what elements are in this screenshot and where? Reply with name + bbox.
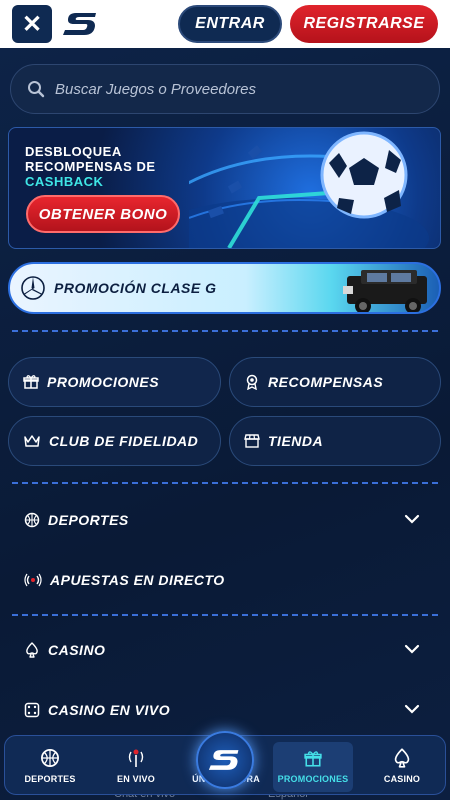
search-icon xyxy=(27,80,45,98)
crown-icon xyxy=(23,433,41,449)
section-divider xyxy=(12,330,438,332)
loyalty-club-link[interactable]: CLUB DE FIDELIDAD xyxy=(8,416,221,466)
bottom-nav-promotions-label: PROMOCIONES xyxy=(277,774,349,784)
register-button[interactable]: REGISTRARSE xyxy=(290,5,438,43)
rewards-label: RECOMPENSAS xyxy=(268,374,384,390)
nav-casino[interactable]: CASINO xyxy=(0,625,450,675)
join-now-button[interactable] xyxy=(196,731,254,789)
promotions-link[interactable]: PROMOCIONES xyxy=(8,357,221,407)
close-button[interactable]: ✕ xyxy=(12,5,52,43)
store-icon xyxy=(244,433,260,449)
get-bonus-button[interactable]: OBTENER BONO xyxy=(26,195,180,233)
logo-s-icon xyxy=(208,750,239,770)
nav-sports-label: DEPORTES xyxy=(48,512,129,528)
store-label: TIENDA xyxy=(268,433,324,449)
section-divider xyxy=(12,614,438,616)
nav-live-betting-label: APUESTAS EN DIRECTO xyxy=(50,572,225,588)
bottom-nav-promotions[interactable]: PROMOCIONES xyxy=(273,742,353,792)
bottom-nav-live[interactable]: EN VIVO xyxy=(95,736,177,796)
medal-icon xyxy=(244,374,260,390)
soccer-ball-illustration xyxy=(189,131,429,248)
spade-icon xyxy=(24,642,40,658)
gclass-promo-banner[interactable]: PROMOCIÓN CLASE G xyxy=(8,262,441,314)
gclass-promo-label: PROMOCIÓN CLASE G xyxy=(54,280,217,296)
login-button[interactable]: ENTRAR xyxy=(178,5,282,43)
promo-line-2: RECOMPENSAS DE xyxy=(25,159,156,174)
store-link[interactable]: TIENDA xyxy=(229,416,441,466)
cashback-promo-banner[interactable]: DESBLOQUEA RECOMPENSAS DE CASHBACK OBTEN… xyxy=(8,127,441,249)
spade-icon xyxy=(392,748,412,768)
bottom-nav-live-label: EN VIVO xyxy=(117,774,155,784)
live-signal-icon xyxy=(125,748,147,768)
live-signal-icon xyxy=(24,572,42,588)
gift-icon xyxy=(23,374,39,390)
promo-headline: DESBLOQUEA RECOMPENSAS DE CASHBACK xyxy=(25,144,175,189)
brand-logo[interactable] xyxy=(62,7,100,41)
bottom-nav-casino-label: CASINO xyxy=(383,774,421,784)
chevron-down-icon[interactable] xyxy=(404,701,420,717)
bottom-nav-sports-label: DEPORTES xyxy=(24,774,76,784)
nav-live-betting[interactable]: APUESTAS EN DIRECTO xyxy=(0,555,450,605)
section-divider xyxy=(12,482,438,484)
promo-line-1: DESBLOQUEA xyxy=(25,144,122,159)
nav-sports[interactable]: DEPORTES xyxy=(0,495,450,545)
basketball-icon xyxy=(40,748,60,768)
nav-live-casino-label: CASINO EN VIVO xyxy=(48,702,171,718)
search-placeholder: Buscar Juegos o Proveedores xyxy=(55,80,256,98)
bottom-nav-sports[interactable]: DEPORTES xyxy=(9,736,91,796)
search-input[interactable]: Buscar Juegos o Proveedores xyxy=(10,64,440,114)
logo-s-icon xyxy=(63,13,96,35)
mercedes-logo-icon xyxy=(20,275,46,301)
basketball-icon xyxy=(24,512,40,528)
nav-casino-label: CASINO xyxy=(48,642,106,658)
chevron-down-icon[interactable] xyxy=(404,641,420,657)
close-icon: ✕ xyxy=(21,10,43,38)
car-image xyxy=(343,270,427,312)
gift-icon xyxy=(303,750,323,768)
bottom-nav-casino[interactable]: CASINO xyxy=(361,736,443,796)
chevron-down-icon[interactable] xyxy=(404,511,420,527)
dice-icon xyxy=(24,702,40,718)
nav-live-casino[interactable]: CASINO EN VIVO xyxy=(0,685,450,735)
promo-line-3: CASHBACK xyxy=(25,174,104,189)
loyalty-club-label: CLUB DE FIDELIDAD xyxy=(49,433,199,449)
rewards-link[interactable]: RECOMPENSAS xyxy=(229,357,441,407)
promotions-label: PROMOCIONES xyxy=(47,374,160,390)
